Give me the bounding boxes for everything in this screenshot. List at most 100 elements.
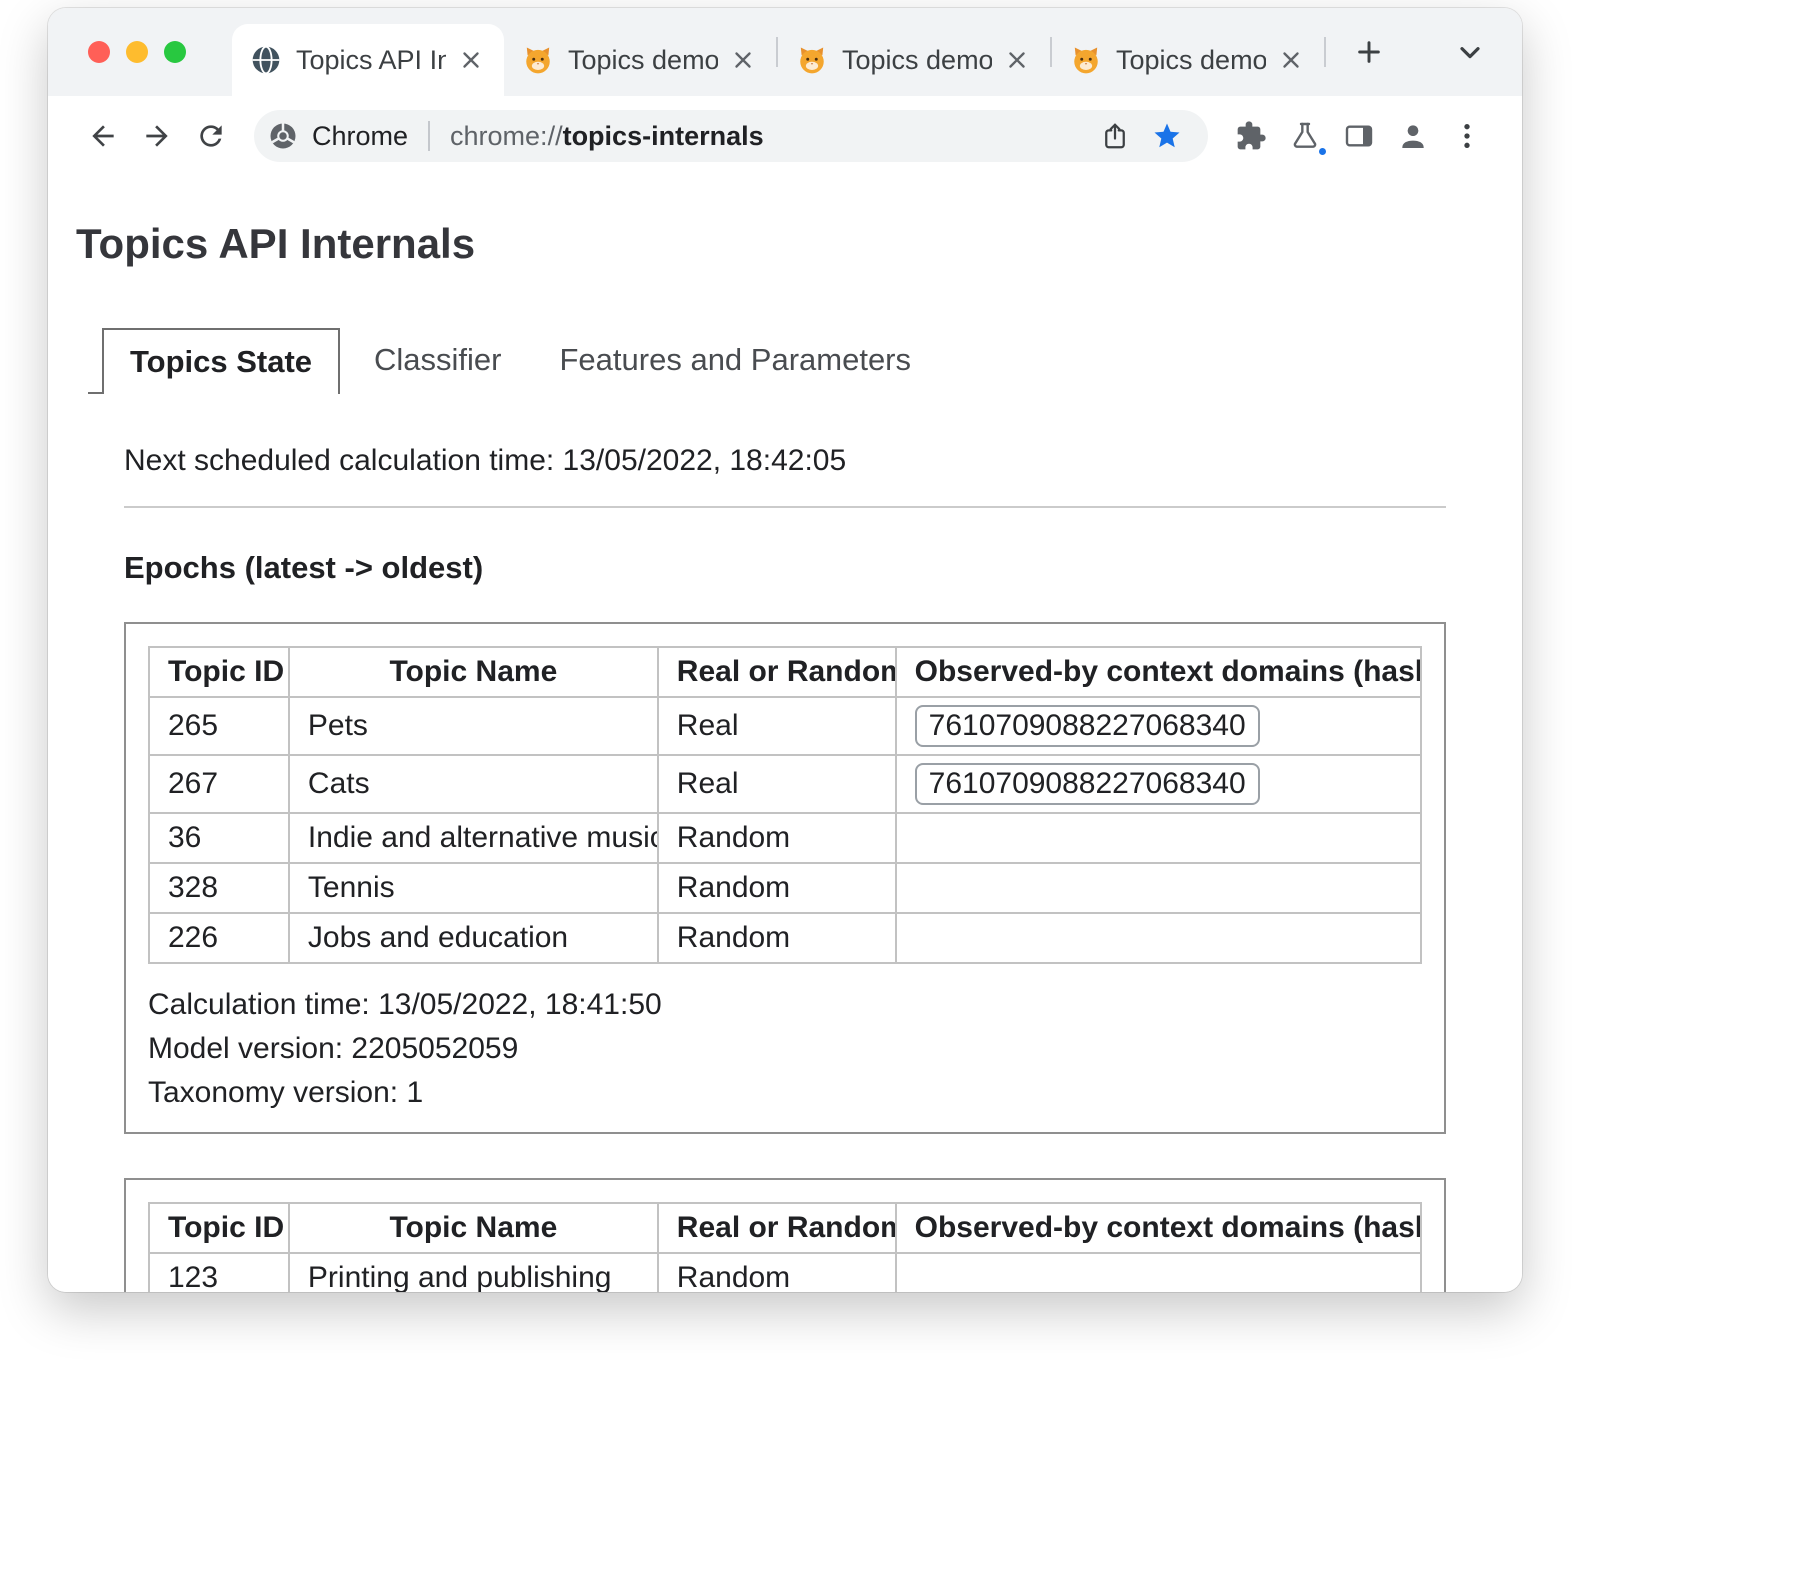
calculation-time: Calculation time: 13/05/2022, 18:41:50 bbox=[148, 988, 1422, 1022]
browser-tab-topics-internals[interactable]: Topics API Internals bbox=[232, 24, 504, 96]
tab-bar-lead-line bbox=[88, 328, 102, 394]
topic-name: Jobs and education bbox=[289, 913, 658, 963]
browser-menu-icon[interactable] bbox=[1440, 109, 1494, 163]
browser-tab-topics-demo-3[interactable]: Topics demo bbox=[1052, 24, 1324, 96]
table-header-row: Topic ID Topic Name Real or Random Obser… bbox=[149, 1203, 1421, 1253]
epoch-box-older: Topic ID Topic Name Real or Random Obser… bbox=[124, 1178, 1446, 1292]
model-version: Model version: 2205052059 bbox=[148, 1032, 1422, 1066]
table-row: 123 Printing and publishing Random bbox=[149, 1253, 1421, 1292]
observed-domains-cell bbox=[896, 913, 1421, 963]
real-or-random: Random bbox=[658, 863, 896, 913]
tab-title: Topics demo bbox=[568, 45, 718, 76]
table-row: 328 Tennis Random bbox=[149, 863, 1421, 913]
observed-domains-cell: 7610709088227068340 bbox=[896, 755, 1421, 813]
next-calculation-time: Next scheduled calculation time: 13/05/2… bbox=[124, 444, 1446, 478]
topic-id: 123 bbox=[149, 1253, 289, 1292]
browser-tab-topics-demo-2[interactable]: Topics demo bbox=[778, 24, 1050, 96]
tab-title: Topics demo bbox=[842, 45, 992, 76]
real-or-random: Real bbox=[658, 697, 896, 755]
domain-hash-chip: 7610709088227068340 bbox=[915, 705, 1260, 747]
epoch-table: Topic ID Topic Name Real or Random Obser… bbox=[148, 646, 1422, 964]
browser-window: Topics API Internals Topics demo bbox=[48, 8, 1522, 1292]
col-observed-domains: Observed-by context domains (hashed) bbox=[896, 647, 1421, 697]
forward-button[interactable] bbox=[130, 109, 184, 163]
table-row: 265 Pets Real 7610709088227068340 bbox=[149, 697, 1421, 755]
page-tab-bar: Topics State Classifier Features and Par… bbox=[88, 328, 1522, 394]
side-panel-icon[interactable] bbox=[1332, 109, 1386, 163]
real-or-random: Random bbox=[658, 913, 896, 963]
share-icon[interactable] bbox=[1092, 113, 1138, 159]
labs-notification-dot bbox=[1316, 145, 1329, 158]
cat-favicon-icon bbox=[522, 44, 554, 76]
close-tab-icon[interactable] bbox=[1276, 45, 1306, 75]
topic-name: Cats bbox=[289, 755, 658, 813]
col-real-or-random: Real or Random bbox=[658, 1203, 896, 1253]
epochs-heading: Epochs (latest -> oldest) bbox=[124, 550, 1446, 586]
extensions-puzzle-icon[interactable] bbox=[1224, 109, 1278, 163]
tab-topics-state[interactable]: Topics State bbox=[102, 328, 340, 394]
topic-name: Printing and publishing bbox=[289, 1253, 658, 1292]
close-tab-icon[interactable] bbox=[456, 45, 486, 75]
tab-title: Topics demo bbox=[1116, 45, 1266, 76]
topic-name: Pets bbox=[289, 697, 658, 755]
tab-features-and-parameters[interactable]: Features and Parameters bbox=[536, 328, 936, 394]
observed-domains-cell: 7610709088227068340 bbox=[896, 697, 1421, 755]
observed-domains-cell bbox=[896, 863, 1421, 913]
browser-toolbar: Chrome chrome://topics-internals bbox=[48, 96, 1522, 176]
back-button[interactable] bbox=[76, 109, 130, 163]
cat-favicon-icon bbox=[1070, 44, 1102, 76]
col-topic-id: Topic ID bbox=[149, 647, 289, 697]
browser-tab-topics-demo-1[interactable]: Topics demo bbox=[504, 24, 776, 96]
close-window-button[interactable] bbox=[88, 41, 110, 63]
table-header-row: Topic ID Topic Name Real or Random Obser… bbox=[149, 647, 1421, 697]
page-content: Topics API Internals Topics State Classi… bbox=[48, 220, 1522, 1292]
table-row: 226 Jobs and education Random bbox=[149, 913, 1421, 963]
close-tab-icon[interactable] bbox=[728, 45, 758, 75]
globe-favicon-icon bbox=[250, 44, 282, 76]
new-tab-button[interactable] bbox=[1342, 25, 1396, 79]
real-or-random: Random bbox=[658, 813, 896, 863]
col-observed-domains: Observed-by context domains (hashed) bbox=[896, 1203, 1421, 1253]
chrome-logo-icon bbox=[268, 121, 298, 151]
tab-search-chevron-icon[interactable] bbox=[1452, 34, 1488, 70]
bookmark-star-icon[interactable] bbox=[1144, 113, 1190, 159]
url-host: topics-internals bbox=[563, 121, 764, 152]
address-bar[interactable]: Chrome chrome://topics-internals bbox=[254, 110, 1208, 162]
observed-domains-cell bbox=[896, 1253, 1421, 1292]
col-topic-id: Topic ID bbox=[149, 1203, 289, 1253]
observed-domains-cell bbox=[896, 813, 1421, 863]
topic-id: 267 bbox=[149, 755, 289, 813]
close-tab-icon[interactable] bbox=[1002, 45, 1032, 75]
topic-name: Tennis bbox=[289, 863, 658, 913]
minimize-window-button[interactable] bbox=[126, 41, 148, 63]
cat-favicon-icon bbox=[796, 44, 828, 76]
domain-hash-chip: 7610709088227068340 bbox=[915, 763, 1260, 805]
profile-avatar-icon[interactable] bbox=[1386, 109, 1440, 163]
topic-id: 265 bbox=[149, 697, 289, 755]
tab-separator bbox=[1324, 37, 1326, 67]
taxonomy-version: Taxonomy version: 1 bbox=[148, 1076, 1422, 1110]
page-title: Topics API Internals bbox=[76, 220, 1522, 268]
col-topic-name: Topic Name bbox=[289, 1203, 658, 1253]
col-real-or-random: Real or Random bbox=[658, 647, 896, 697]
reload-button[interactable] bbox=[184, 109, 238, 163]
fullscreen-window-button[interactable] bbox=[164, 41, 186, 63]
epoch-table: Topic ID Topic Name Real or Random Obser… bbox=[148, 1202, 1422, 1292]
topics-state-panel: Next scheduled calculation time: 13/05/2… bbox=[124, 444, 1446, 1292]
tab-classifier[interactable]: Classifier bbox=[350, 328, 525, 394]
table-row: 267 Cats Real 7610709088227068340 bbox=[149, 755, 1421, 813]
topic-id: 226 bbox=[149, 913, 289, 963]
tab-strip: Topics API Internals Topics demo bbox=[48, 8, 1522, 96]
table-row: 36 Indie and alternative music Random bbox=[149, 813, 1421, 863]
epoch-metadata: Calculation time: 13/05/2022, 18:41:50 M… bbox=[148, 988, 1422, 1110]
real-or-random: Real bbox=[658, 755, 896, 813]
labs-flask-icon[interactable] bbox=[1278, 109, 1332, 163]
real-or-random: Random bbox=[658, 1253, 896, 1292]
tab-title: Topics API Internals bbox=[296, 45, 446, 76]
topic-id: 36 bbox=[149, 813, 289, 863]
url-divider bbox=[428, 121, 430, 151]
topic-id: 328 bbox=[149, 863, 289, 913]
topic-name: Indie and alternative music bbox=[289, 813, 658, 863]
col-topic-name: Topic Name bbox=[289, 647, 658, 697]
url-scheme: chrome:// bbox=[450, 121, 563, 152]
